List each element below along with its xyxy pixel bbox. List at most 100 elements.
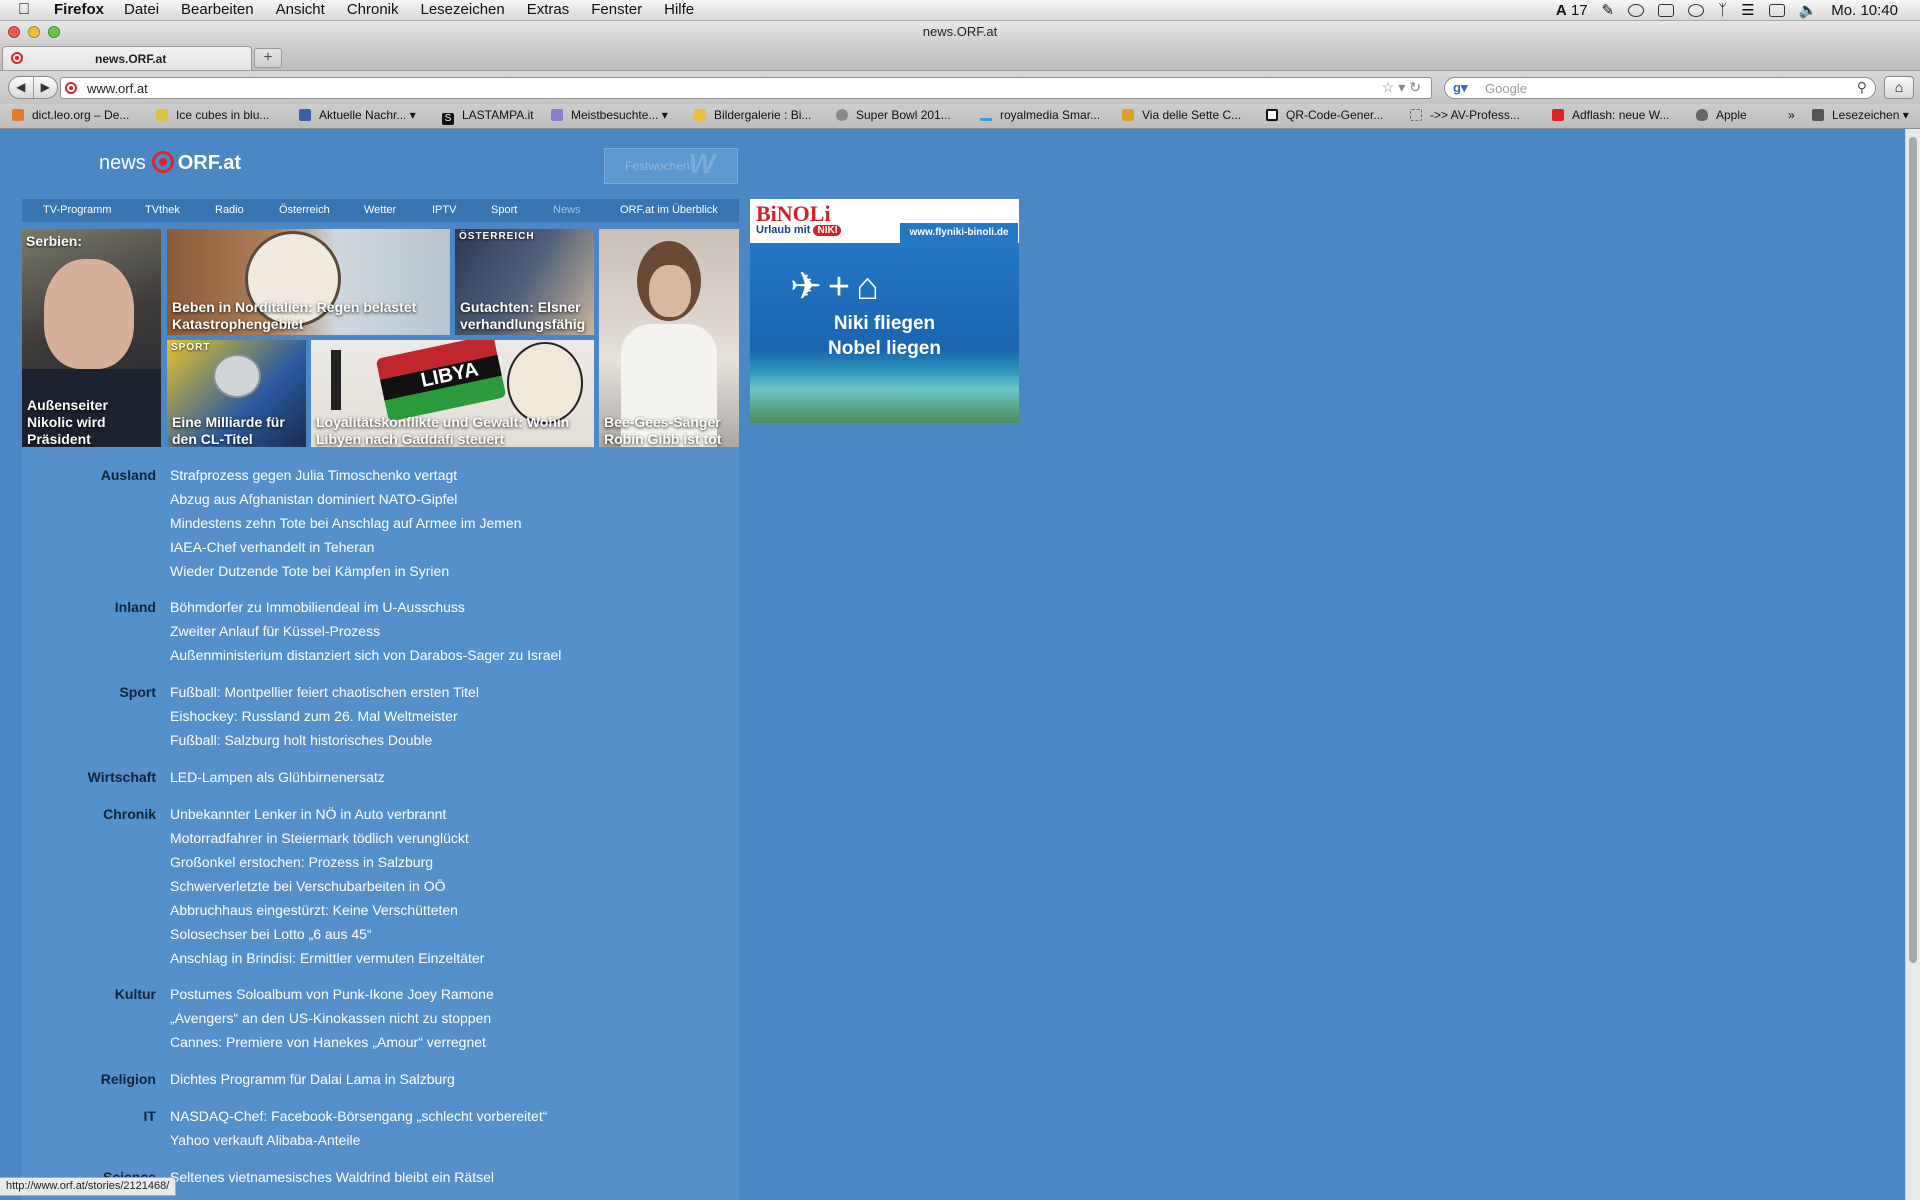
- search-bar[interactable]: g▾ Google ⚲: [1444, 77, 1876, 99]
- time-machine-icon[interactable]: [1688, 3, 1705, 17]
- menu-lesezeichen[interactable]: Lesezeichen: [421, 1, 505, 18]
- section-name[interactable]: IT: [144, 1108, 156, 1124]
- news-link[interactable]: „Avengers“ an den US-Kinokassen nicht zu…: [170, 1010, 494, 1034]
- bluetooth-icon[interactable]: ᛉ: [1718, 2, 1727, 19]
- menu-ansicht[interactable]: Ansicht: [276, 1, 325, 18]
- bookmark-item[interactable]: dict.leo.org – De...: [12, 108, 129, 122]
- news-link[interactable]: Schwerverletzte bei Verschubarbeiten in …: [170, 878, 484, 902]
- teaser-elsner[interactable]: ÖSTERREICH Gutachten: Elsner verhandlung…: [455, 229, 594, 335]
- news-link[interactable]: Anschlag in Brindisi: Ermittler vermuten…: [170, 950, 484, 974]
- menu-chronik[interactable]: Chronik: [347, 1, 399, 18]
- section-name[interactable]: Wirtschaft: [88, 769, 156, 785]
- url-bar[interactable]: www.orf.at ☆▾↻: [60, 77, 1432, 99]
- news-link[interactable]: Abzug aus Afghanistan dominiert NATO-Gip…: [170, 491, 522, 515]
- eye-status-icon[interactable]: [1628, 3, 1645, 17]
- nav-oesterreich[interactable]: Österreich: [279, 204, 330, 216]
- bookmark-item[interactable]: ->> AV-Profess...: [1410, 108, 1520, 122]
- teaser-nikolic[interactable]: Serbien: Außenseiter Nikolic wird Präsid…: [22, 229, 161, 450]
- teaser-cl-titel[interactable]: SPORT Eine Milliarde für den CL-Titel: [167, 340, 306, 450]
- news-link[interactable]: Fußball: Salzburg holt historisches Doub…: [170, 732, 479, 756]
- bookmark-folder[interactable]: Aktuelle Nachr... ▾: [299, 108, 416, 122]
- nav-orf-ueberblick[interactable]: ORF.at im Überblick: [620, 204, 718, 216]
- volume-icon[interactable]: 🔈: [1799, 1, 1818, 19]
- bookmark-item[interactable]: S LASTAMPA.it: [442, 108, 534, 125]
- menu-datei[interactable]: Datei: [124, 1, 159, 18]
- history-dropdown-icon[interactable]: ▾: [1398, 79, 1409, 95]
- section-name[interactable]: Kultur: [115, 986, 156, 1002]
- news-link[interactable]: Unbekannter Lenker in NÖ in Auto verbran…: [170, 806, 484, 830]
- display-status-icon[interactable]: [1658, 3, 1675, 17]
- bookmark-item[interactable]: Apple: [1696, 108, 1747, 122]
- clock[interactable]: Mo. 10:40: [1831, 2, 1898, 19]
- news-link[interactable]: Abbruchhaus eingestürzt: Keine Verschütt…: [170, 902, 484, 926]
- site-identity-icon[interactable]: [65, 82, 77, 94]
- menu-hilfe[interactable]: Hilfe: [664, 1, 694, 18]
- menu-bearbeiten[interactable]: Bearbeiten: [181, 1, 254, 18]
- google-engine-icon[interactable]: g▾: [1453, 80, 1467, 96]
- zoom-window-icon[interactable]: [48, 26, 60, 38]
- forward-button-icon[interactable]: ▶: [34, 77, 58, 98]
- bookmark-item[interactable]: QR-Code-Gener...: [1266, 108, 1383, 122]
- news-link[interactable]: Seltenes vietnamesisches Waldrind bleibt…: [170, 1169, 494, 1193]
- news-link[interactable]: Eishockey: Russland zum 26. Mal Weltmeis…: [170, 708, 479, 732]
- news-link[interactable]: IAEA-Chef verhandelt in Teheran: [170, 539, 522, 563]
- news-link[interactable]: Motorradfahrer in Steiermark tödlich ver…: [170, 830, 484, 854]
- teaser-libyen[interactable]: LIBYA Loyalitätskonflikte und Gewalt: Wo…: [311, 340, 594, 450]
- pen-status-icon[interactable]: ✎: [1602, 1, 1615, 19]
- bookmark-item[interactable]: Adflash: neue W...: [1552, 108, 1669, 122]
- close-window-icon[interactable]: [8, 26, 20, 38]
- page-scrollbar[interactable]: [1905, 129, 1920, 1200]
- teaser-gibb[interactable]: Bee-Gees-Sänger Robin Gibb ist tot: [599, 229, 739, 450]
- wifi-icon[interactable]: ☰: [1741, 1, 1754, 19]
- menu-fenster[interactable]: Fenster: [591, 1, 642, 18]
- news-link[interactable]: Zweiter Anlauf für Küssel-Prozess: [170, 623, 561, 647]
- news-link[interactable]: Fußball: Montpellier feiert chaotischen …: [170, 684, 479, 708]
- bookmark-star-icon[interactable]: ☆: [1382, 79, 1399, 95]
- news-link[interactable]: Dichtes Programm für Dalai Lama in Salzb…: [170, 1071, 455, 1095]
- news-link[interactable]: Yahoo verkauft Alibaba-Anteile: [170, 1132, 547, 1156]
- search-icon[interactable]: ⚲: [1857, 79, 1867, 96]
- bookmarks-overflow-button[interactable]: »: [1788, 108, 1795, 122]
- news-link[interactable]: Außenministerium distanziert sich von Da…: [170, 647, 561, 671]
- news-orf-logo[interactable]: news ORF.at: [99, 151, 241, 175]
- nav-tvthek[interactable]: TVthek: [145, 204, 180, 216]
- news-link[interactable]: Strafprozess gegen Julia Timoschenko ver…: [170, 467, 522, 491]
- news-link[interactable]: Großonkel erstochen: Prozess in Salzburg: [170, 854, 484, 878]
- bookmark-item[interactable]: Super Bowl 201...: [836, 108, 951, 122]
- news-link[interactable]: NASDAQ-Chef: Facebook-Börsengang „schlec…: [170, 1108, 547, 1132]
- home-button-icon[interactable]: ⌂: [1884, 76, 1914, 99]
- tab-news-orf[interactable]: news.ORF.at: [2, 46, 252, 70]
- teaser-beben[interactable]: Beben in Norditalien: Regen belastet Kat…: [167, 229, 450, 335]
- festwochen-banner[interactable]: Festwochen W: [604, 148, 738, 184]
- apple-menu-icon[interactable]: : [18, 1, 30, 19]
- news-link[interactable]: Cannes: Premiere von Hanekes „Amour“ ver…: [170, 1034, 494, 1058]
- binoli-ad-banner[interactable]: BiNOLi Urlaub mit NIKI www.flyniki-binol…: [750, 199, 1019, 423]
- section-name[interactable]: Sport: [119, 684, 156, 700]
- nav-wetter[interactable]: Wetter: [364, 204, 396, 216]
- new-tab-button[interactable]: +: [254, 48, 282, 68]
- news-link[interactable]: Wieder Dutzende Tote bei Kämpfen in Syri…: [170, 563, 522, 587]
- section-name[interactable]: Ausland: [101, 467, 156, 483]
- news-link[interactable]: LED-Lampen als Glühbirnenersatz: [170, 769, 385, 793]
- section-name[interactable]: Inland: [115, 599, 156, 615]
- nav-news[interactable]: News: [553, 204, 581, 216]
- scrollbar-thumb[interactable]: [1909, 137, 1917, 963]
- menu-extras[interactable]: Extras: [527, 1, 570, 18]
- section-name[interactable]: Religion: [101, 1071, 156, 1087]
- nav-iptv[interactable]: IPTV: [432, 204, 456, 216]
- news-link[interactable]: Böhmdorfer zu Immobiliendeal im U-Aussch…: [170, 599, 561, 623]
- nav-radio[interactable]: Radio: [215, 204, 244, 216]
- news-link[interactable]: Solosechser bei Lotto „6 aus 45“: [170, 926, 484, 950]
- bookmarks-menu-button[interactable]: Lesezeichen ▾: [1812, 108, 1909, 122]
- nav-tv-programm[interactable]: TV-Programm: [43, 204, 111, 216]
- section-name[interactable]: Chronik: [103, 806, 156, 822]
- adobe-status-icon[interactable]: A 17: [1556, 2, 1588, 19]
- news-link[interactable]: Postumes Soloalbum von Punk-Ikone Joey R…: [170, 986, 494, 1010]
- news-link[interactable]: Mindestens zehn Tote bei Anschlag auf Ar…: [170, 515, 522, 539]
- bookmark-item[interactable]: Bildergalerie : Bi...: [694, 108, 811, 122]
- nav-sport[interactable]: Sport: [491, 204, 517, 216]
- bookmark-item[interactable]: Via delle Sette C...: [1122, 108, 1241, 122]
- bookmark-item[interactable]: Ice cubes in blu...: [156, 108, 269, 122]
- minimize-window-icon[interactable]: [28, 26, 40, 38]
- keyboard-layout-icon[interactable]: [1768, 3, 1785, 17]
